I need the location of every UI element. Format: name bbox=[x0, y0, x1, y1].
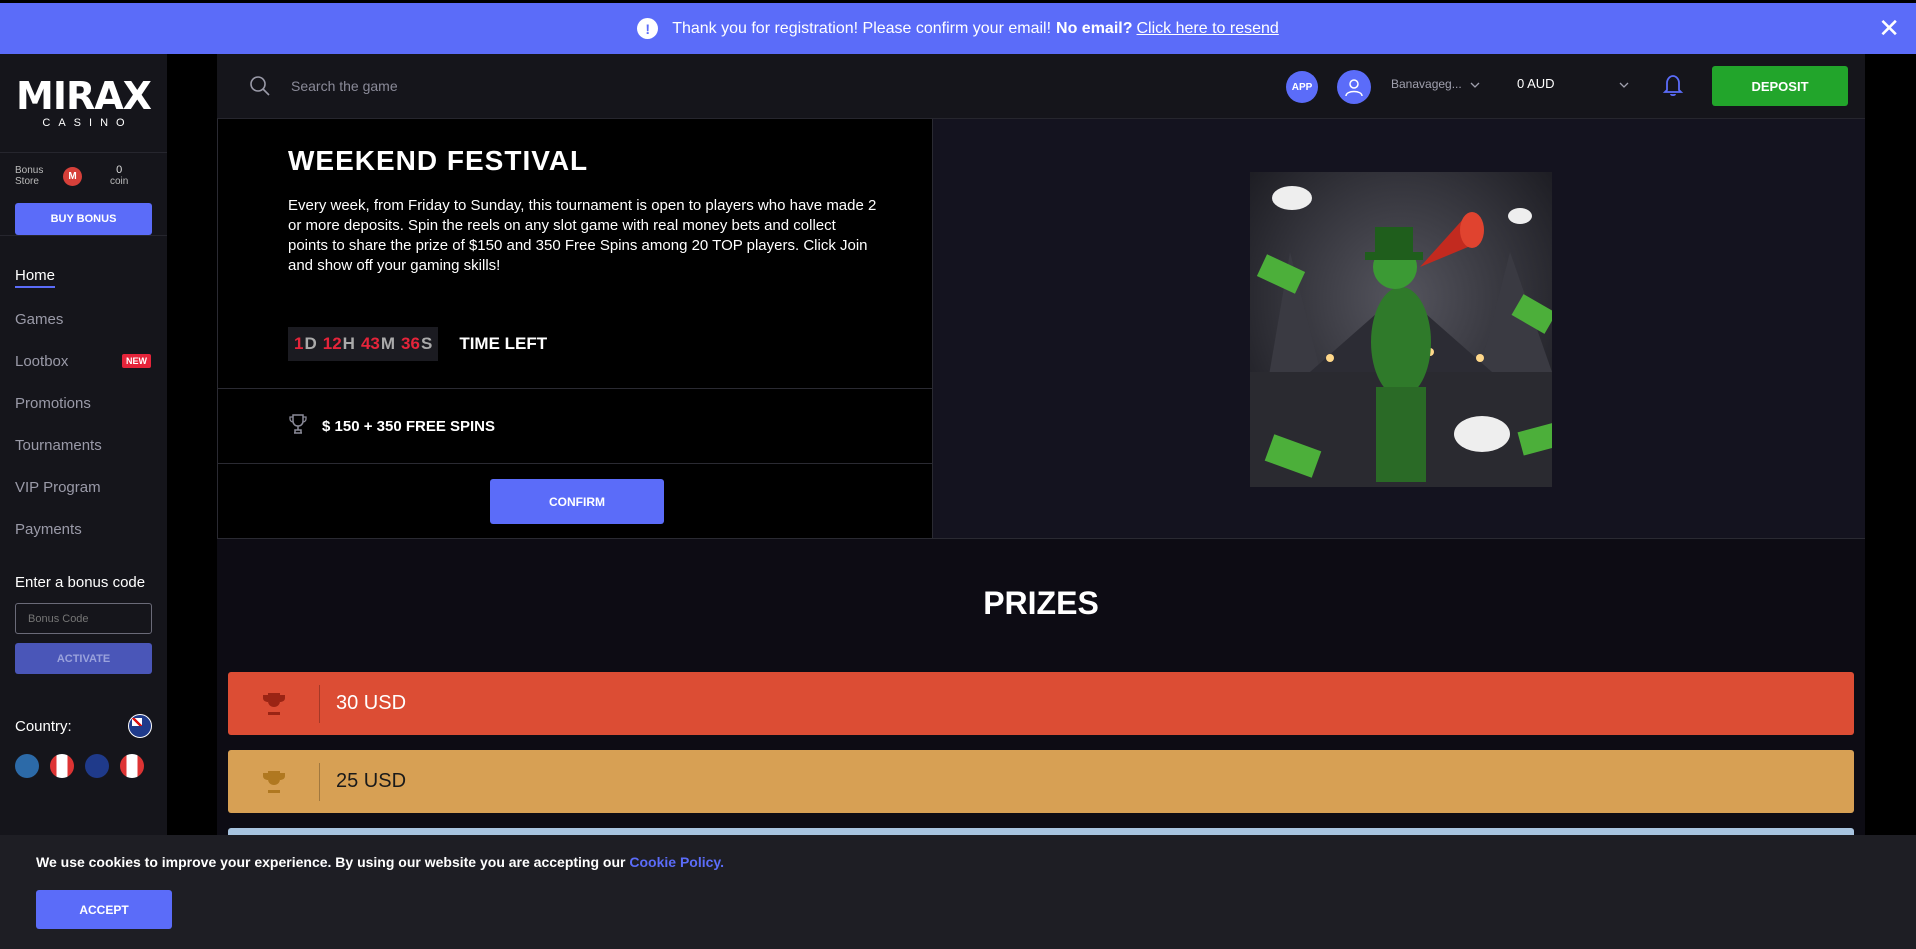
info-icon: ! bbox=[637, 18, 659, 39]
app-button[interactable]: APP bbox=[1286, 71, 1318, 103]
user-avatar-icon[interactable] bbox=[1337, 70, 1371, 104]
buy-bonus-button[interactable]: BUY BONUS bbox=[15, 203, 152, 235]
prizes-title: PRIZES bbox=[983, 585, 1099, 621]
cookie-message: We use cookies to improve your experienc… bbox=[36, 854, 626, 870]
bonus-code-section: Enter a bonus code ACTIVATE bbox=[15, 574, 152, 674]
country-label: Country: bbox=[15, 717, 72, 735]
banner-no-email: No email? bbox=[1056, 19, 1133, 37]
coin-label: coin bbox=[110, 176, 129, 187]
trophy-icon bbox=[228, 762, 320, 801]
time-left-label: TIME LEFT bbox=[459, 334, 548, 353]
left-gutter bbox=[167, 54, 217, 949]
sidebar-item-payments[interactable]: Payments bbox=[0, 508, 167, 550]
canada-flag-icon[interactable] bbox=[50, 754, 74, 778]
cookie-policy-link[interactable]: Cookie Policy. bbox=[629, 854, 724, 870]
timer-days-unit: D bbox=[304, 334, 317, 353]
canada-french-flag-icon[interactable] bbox=[120, 754, 144, 778]
new-zealand-flag-icon[interactable] bbox=[85, 754, 109, 778]
logo-text: MIRAX bbox=[16, 74, 152, 118]
sidebar-item-home[interactable]: Home bbox=[0, 256, 167, 298]
prize-summary-row: $ 150 + 350 FREE SPINS bbox=[218, 388, 934, 464]
tournament-title: WEEKEND FESTIVAL bbox=[288, 145, 589, 176]
australia-flag-icon[interactable] bbox=[128, 714, 152, 738]
timer-hours: 12 bbox=[322, 334, 342, 353]
timer-seconds: 36 bbox=[401, 334, 420, 353]
close-icon[interactable]: ✕ bbox=[1878, 15, 1900, 41]
user-menu[interactable]: Banavageg... bbox=[1391, 77, 1480, 91]
logo-subtext: CASINO bbox=[42, 117, 133, 129]
tournament-description: Every week, from Friday to Sunday, this … bbox=[288, 197, 877, 274]
search-input[interactable]: Search the game bbox=[291, 78, 398, 94]
sidebar-item-label: Lootbox bbox=[15, 352, 69, 370]
main-content: WEEKEND FESTIVAL Every week, from Friday… bbox=[217, 119, 1865, 949]
accept-cookies-button[interactable]: ACCEPT bbox=[36, 890, 172, 929]
top-bar: Search the game APP Banavageg... 0 AUD D… bbox=[217, 54, 1865, 119]
countdown-timer: 1D 12 H 43 M 36 S TIME LEFT bbox=[288, 327, 547, 361]
prize-amount: 25 USD bbox=[336, 770, 407, 792]
tournament-image bbox=[1250, 172, 1552, 487]
sidebar-item-tournaments[interactable]: Tournaments bbox=[0, 424, 167, 466]
deposit-button[interactable]: DEPOSIT bbox=[1712, 66, 1848, 106]
trophy-icon bbox=[228, 684, 320, 723]
sidebar-item-label: Payments bbox=[15, 520, 82, 538]
prize-summary: $ 150 + 350 FREE SPINS bbox=[322, 417, 496, 435]
prize-row-1: 30 USD bbox=[228, 672, 1854, 735]
username: Banavageg... bbox=[1391, 77, 1462, 91]
coin-balance: 0 coin bbox=[110, 164, 128, 188]
activate-button[interactable]: ACTIVATE bbox=[15, 643, 152, 674]
globe-flag-icon[interactable] bbox=[15, 754, 39, 778]
coin-icon: M bbox=[63, 166, 82, 186]
bonus-store-label: Bonus Store bbox=[15, 165, 44, 187]
tournament-banner bbox=[933, 119, 1865, 539]
sidebar-item-label: Games bbox=[15, 310, 64, 328]
cookie-notice: We use cookies to improve your experienc… bbox=[0, 835, 1916, 949]
chevron-down-icon bbox=[1470, 77, 1480, 91]
chevron-down-icon bbox=[1619, 76, 1629, 91]
timer-seconds-unit: S bbox=[420, 334, 433, 353]
bonus-code-input[interactable] bbox=[15, 603, 152, 634]
bell-icon[interactable] bbox=[1662, 73, 1684, 102]
timer-box: 1D 12 H 43 M 36 S bbox=[288, 327, 439, 361]
balance-selector[interactable]: 0 AUD bbox=[1517, 76, 1629, 91]
registration-banner: ! Thank you for registration! Please con… bbox=[0, 3, 1916, 54]
sidebar-item-vip-program[interactable]: VIP Program bbox=[0, 466, 167, 508]
tournament-info: WEEKEND FESTIVAL Every week, from Friday… bbox=[217, 119, 934, 539]
sidebar: MIRAX CASINO Bonus Store M 0 coin BUY BO… bbox=[0, 54, 167, 949]
country-section: Country: bbox=[15, 714, 152, 778]
trophy-icon bbox=[288, 413, 308, 440]
sidebar-item-label: Promotions bbox=[15, 394, 91, 412]
cookie-text: We use cookies to improve your experienc… bbox=[36, 854, 724, 870]
sidebar-item-lootbox[interactable]: Lootbox NEW bbox=[0, 340, 167, 382]
timer-hours-unit: H bbox=[342, 334, 355, 353]
sidebar-item-games[interactable]: Games bbox=[0, 298, 167, 340]
sidebar-nav: Home Games Lootbox NEW Promotions Tournam… bbox=[0, 235, 167, 550]
coin-count: 0 bbox=[116, 164, 123, 176]
sidebar-item-label: VIP Program bbox=[15, 478, 101, 496]
timer-minutes: 43 bbox=[360, 334, 380, 353]
new-badge: NEW bbox=[122, 354, 151, 368]
right-gutter bbox=[1865, 54, 1916, 949]
resend-email-link[interactable]: Click here to resend bbox=[1137, 20, 1279, 38]
language-flags bbox=[15, 754, 152, 778]
logo[interactable]: MIRAX CASINO bbox=[0, 54, 167, 153]
sidebar-item-promotions[interactable]: Promotions bbox=[0, 382, 167, 424]
confirm-button[interactable]: CONFIRM bbox=[490, 479, 664, 524]
search-icon[interactable] bbox=[249, 75, 271, 97]
sidebar-item-label: Home bbox=[15, 267, 56, 288]
sidebar-item-label: Tournaments bbox=[15, 436, 102, 454]
bonus-code-title: Enter a bonus code bbox=[15, 574, 146, 591]
banner-message: Thank you for registration! Please confi… bbox=[672, 19, 1052, 37]
timer-minutes-unit: M bbox=[380, 334, 396, 353]
prize-amount: 30 USD bbox=[336, 692, 407, 714]
balance-value: 0 AUD bbox=[1517, 76, 1555, 91]
prize-row-2: 25 USD bbox=[228, 750, 1854, 813]
timer-days: 1 bbox=[294, 334, 304, 353]
